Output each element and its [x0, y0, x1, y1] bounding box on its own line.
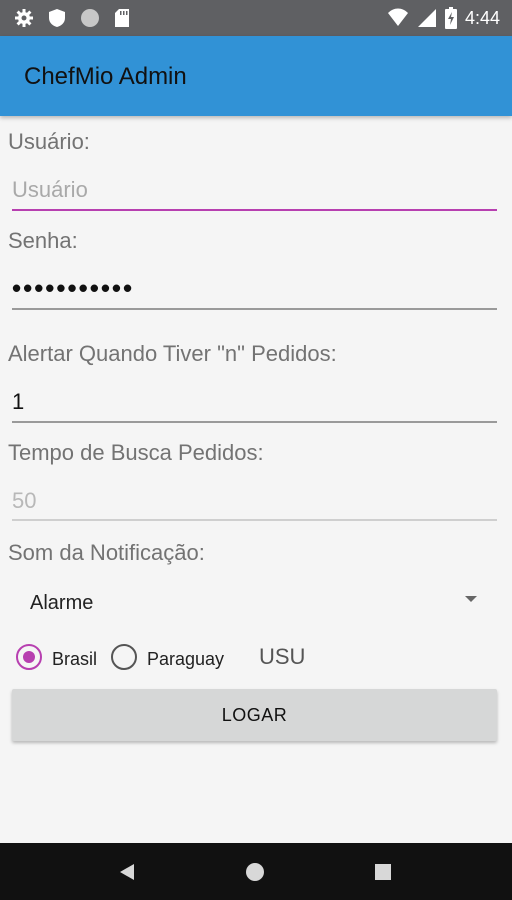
app-bar: ChefMio Admin [0, 36, 512, 116]
circle-icon [81, 9, 99, 27]
shield-icon [49, 9, 65, 27]
senha-label: Senha: [8, 228, 78, 253]
alertar-input[interactable]: 1 [12, 382, 497, 422]
senha-input-underline [12, 308, 497, 310]
alertar-label: Alertar Quando Tiver "n" Pedidos: [8, 341, 337, 366]
dropdown-arrow-icon [465, 596, 477, 602]
som-spinner[interactable]: Alarme [12, 580, 497, 626]
som-selected-value: Alarme [30, 592, 94, 614]
battery-icon [444, 7, 457, 29]
tempo-value: 50 [12, 488, 37, 513]
tempo-label: Tempo de Busca Pedidos: [8, 440, 264, 465]
back-icon[interactable] [116, 861, 138, 883]
usuario-label: Usuário: [8, 129, 90, 154]
recents-icon[interactable] [372, 861, 394, 883]
home-icon[interactable] [244, 861, 266, 883]
signal-icon [417, 9, 436, 27]
status-bar: 4:44 [0, 0, 512, 36]
app-title: ChefMio Admin [24, 63, 187, 90]
tempo-input-underline [12, 519, 497, 521]
usuario-input-underline [12, 209, 497, 211]
radio-brasil[interactable] [16, 644, 42, 670]
navigation-bar [0, 843, 512, 900]
radio-paraguay[interactable] [111, 644, 137, 670]
usuario-input[interactable]: Usuário [12, 170, 497, 210]
status-left-icons [14, 8, 130, 28]
som-label: Som da Notificação: [8, 540, 205, 565]
usu-text: USU [259, 644, 306, 669]
radio-brasil-label[interactable]: Brasil [52, 648, 97, 670]
senha-input[interactable]: ••••••••••• [12, 270, 497, 310]
status-right-icons: 4:44 [387, 6, 500, 30]
country-radio-group: Brasil Paraguay USU [14, 640, 494, 680]
status-time: 4:44 [464, 8, 500, 28]
alertar-input-underline [12, 421, 497, 423]
usuario-placeholder: Usuário [12, 177, 88, 202]
wifi-icon [387, 8, 408, 26]
tempo-input[interactable]: 50 [12, 481, 497, 521]
gear-icon [15, 9, 33, 27]
sd-card-icon [115, 9, 129, 27]
logar-button[interactable]: LOGAR [12, 689, 497, 741]
radio-paraguay-label[interactable]: Paraguay [147, 648, 224, 670]
screen: 4:44 ChefMio Admin Usuário: Usuário Senh… [0, 0, 512, 900]
